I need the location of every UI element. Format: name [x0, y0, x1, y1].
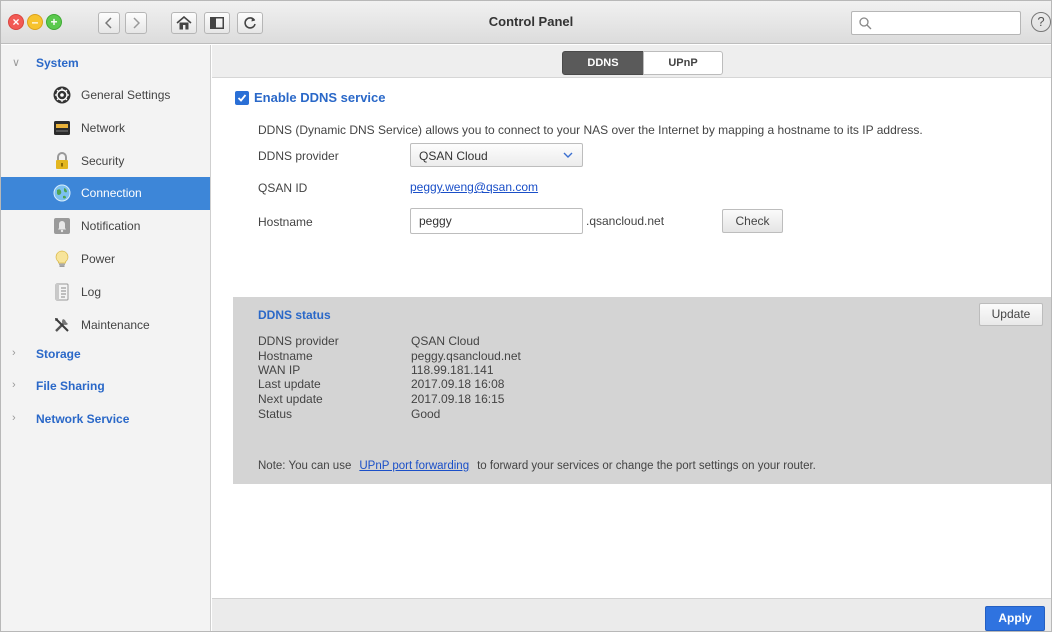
qsan-id-link[interactable]: peggy.weng@qsan.com — [410, 180, 538, 194]
hostname-field[interactable] — [410, 208, 583, 234]
status-value: Good — [411, 407, 441, 421]
enable-ddns-checkbox[interactable] — [235, 91, 249, 105]
sidebar-section-label: Storage — [36, 347, 81, 361]
window-title: Control Panel — [488, 14, 574, 29]
qsan-id-label: QSAN ID — [258, 181, 308, 195]
title-bar: × – + Control Panel ? — [1, 1, 1051, 44]
chevron-right-icon: › — [12, 379, 16, 391]
back-button[interactable] — [98, 12, 120, 34]
hostname-label: Hostname — [258, 215, 313, 229]
tools-icon — [55, 318, 69, 332]
sidebar-item-label: Notification — [81, 219, 141, 233]
sidebar-section-file-sharing[interactable]: › File Sharing — [1, 370, 210, 402]
maximize-icon: + — [50, 15, 58, 29]
note-prefix: Note: You can use — [258, 460, 352, 472]
tab-ddns[interactable]: DDNS — [562, 51, 644, 75]
status-key: DDNS provider — [258, 334, 339, 348]
minimize-icon: – — [31, 15, 39, 29]
sidebar-item-general-settings[interactable]: General Settings — [1, 79, 210, 112]
bulb-icon — [55, 250, 69, 267]
network-icon — [54, 121, 70, 135]
notification-icon — [54, 218, 70, 234]
sidebar-item-power[interactable]: Power — [1, 243, 210, 276]
chevron-right-icon: › — [12, 347, 16, 359]
note-suffix: to forward your services or change the p… — [477, 460, 816, 472]
hostname-suffix: .qsancloud.net — [586, 214, 665, 228]
status-value: 2017.09.18 16:08 — [411, 377, 505, 391]
search-field[interactable] — [851, 11, 1021, 35]
home-icon — [176, 16, 192, 30]
chevron-down-icon: ∨ — [12, 57, 21, 69]
sidebar-section-network-service[interactable]: › Network Service — [1, 403, 210, 435]
sidebar-item-label: Connection — [81, 186, 142, 200]
home-button[interactable] — [171, 12, 197, 34]
sidebar-section-label: File Sharing — [36, 379, 105, 393]
ddns-description: DDNS (Dynamic DNS Service) allows you to… — [258, 123, 923, 137]
ddns-status-title: DDNS status — [258, 308, 331, 322]
close-window-button[interactable]: × — [8, 14, 24, 30]
chevron-down-icon — [563, 152, 573, 158]
chevron-left-icon — [105, 17, 112, 29]
sidebar-item-log[interactable]: Log — [1, 276, 210, 309]
sidebar-section-system[interactable]: ∨ System — [1, 47, 210, 79]
help-button[interactable]: ? — [1031, 12, 1051, 32]
update-button[interactable]: Update — [979, 303, 1043, 326]
footer-bar: Apply — [212, 598, 1051, 631]
apply-button[interactable]: Apply — [985, 606, 1045, 631]
sidebar-section-label: System — [36, 56, 79, 70]
close-icon: × — [12, 15, 20, 29]
status-value: peggy.qsancloud.net — [411, 349, 521, 363]
sidebar-section-storage[interactable]: › Storage — [1, 338, 210, 370]
ddns-provider-select[interactable]: QSAN Cloud — [410, 143, 583, 167]
refresh-button[interactable] — [237, 12, 263, 34]
toggle-sidebar-button[interactable] — [204, 12, 230, 34]
check-button[interactable]: Check — [722, 209, 783, 233]
sidebar-item-label: General Settings — [81, 88, 171, 102]
sidebar-item-connection[interactable]: Connection — [1, 177, 210, 210]
status-key: WAN IP — [258, 363, 301, 377]
ddns-status-panel: DDNS status Update DDNS provider QSAN Cl… — [233, 297, 1051, 484]
lock-icon — [56, 152, 68, 169]
sidebar-item-label: Security — [81, 154, 125, 168]
refresh-icon — [244, 17, 256, 29]
sidebar-section-label: Network Service — [36, 412, 130, 426]
chevron-right-icon: › — [12, 412, 16, 424]
ddns-provider-value: QSAN Cloud — [419, 149, 488, 163]
sidebar-item-label: Log — [81, 285, 102, 299]
maximize-window-button[interactable]: + — [46, 14, 62, 30]
main-content: DDNS UPnP Enable DDNS service DDNS (Dyna… — [212, 45, 1051, 631]
checkmark-icon — [237, 94, 247, 102]
tab-upnp[interactable]: UPnP — [643, 51, 723, 75]
status-key: Hostname — [258, 349, 313, 363]
ddns-provider-label: DDNS provider — [258, 149, 339, 163]
sidebar-item-label: Power — [81, 252, 116, 266]
sidebar-item-security[interactable]: Security — [1, 145, 210, 178]
upnp-port-forwarding-link[interactable]: UPnP port forwarding — [359, 460, 469, 472]
sidebar-item-network[interactable]: Network — [1, 112, 210, 145]
sidebar-item-label: Network — [81, 121, 126, 135]
minimize-window-button[interactable]: – — [27, 14, 43, 30]
control-panel-window: × – + Control Panel ? ∨ System General S… — [0, 0, 1052, 632]
search-icon — [859, 17, 872, 30]
sidebar-toggle-icon — [210, 17, 224, 29]
enable-ddns-label[interactable]: Enable DDNS service — [254, 90, 386, 105]
tab-bar: DDNS UPnP — [212, 45, 1051, 78]
status-key: Last update — [258, 377, 321, 391]
forward-button[interactable] — [125, 12, 147, 34]
hostname-input[interactable] — [411, 209, 582, 233]
sidebar-item-notification[interactable]: Notification — [1, 210, 210, 243]
status-key: Status — [258, 407, 293, 421]
status-value: QSAN Cloud — [411, 334, 480, 348]
status-value: 2017.09.18 16:15 — [411, 392, 505, 406]
status-key: Next update — [258, 392, 323, 406]
sidebar: ∨ System General Settings Network Securi… — [1, 45, 211, 631]
status-note: Note: You can use UPnP port forwarding to … — [258, 460, 816, 472]
sidebar-item-label: Maintenance — [81, 318, 150, 332]
status-value: 118.99.181.141 — [411, 363, 494, 377]
log-icon — [55, 283, 69, 301]
chevron-right-icon — [133, 17, 140, 29]
general-settings-icon — [53, 86, 71, 104]
globe-icon — [53, 184, 71, 202]
